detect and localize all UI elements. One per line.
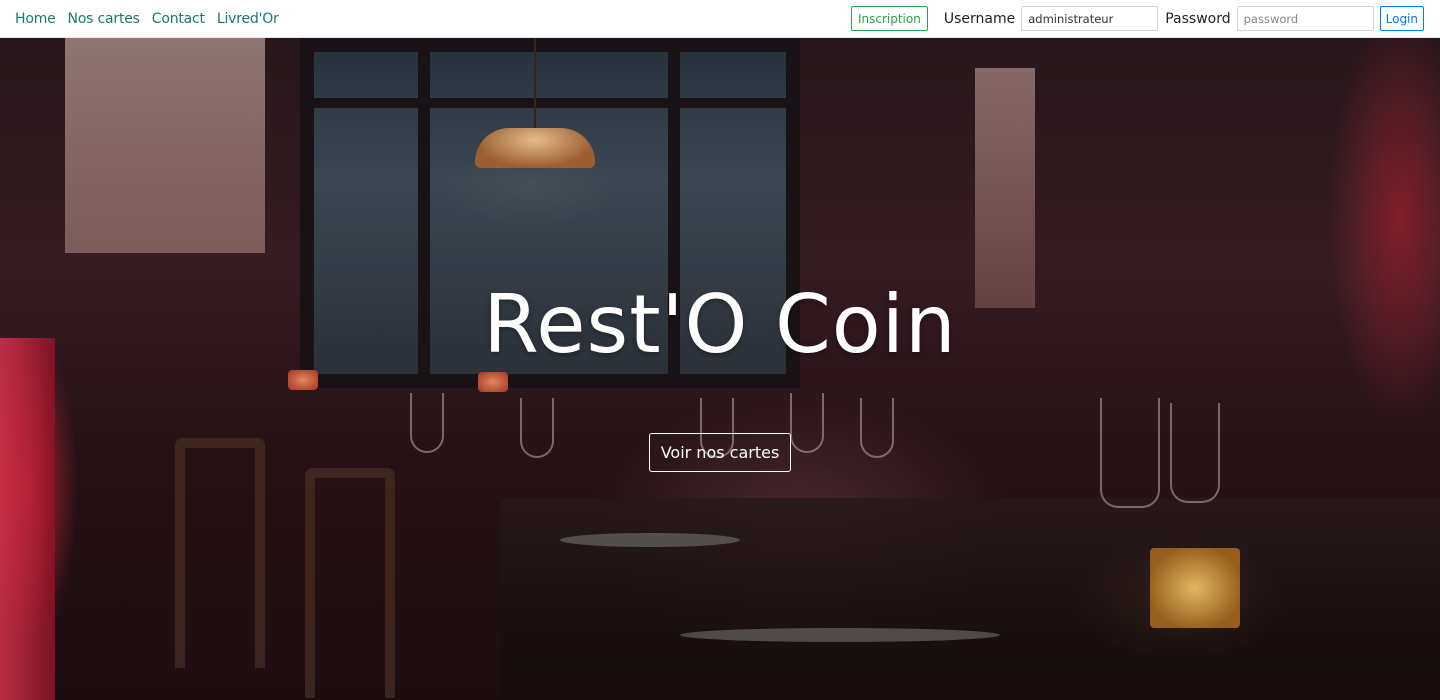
voir-nos-cartes-button[interactable]: Voir nos cartes — [649, 433, 791, 472]
password-label: Password — [1165, 10, 1231, 27]
username-input[interactable] — [1021, 6, 1159, 31]
password-input[interactable] — [1236, 6, 1374, 31]
nav-links: Home Nos cartes Contact Livred'Or — [15, 11, 279, 27]
hero-banner: Rest'O Coin Voir nos cartes — [0, 38, 1440, 700]
inscription-button[interactable]: Inscription — [850, 6, 928, 31]
nav-link-nos-cartes[interactable]: Nos cartes — [68, 11, 140, 27]
nav-link-contact[interactable]: Contact — [152, 11, 205, 27]
top-navbar: Home Nos cartes Contact Livred'Or Inscri… — [0, 0, 1440, 38]
hero-title: Rest'O Coin — [483, 278, 957, 371]
login-button[interactable]: Login — [1379, 6, 1424, 31]
username-label: Username — [943, 10, 1016, 27]
nav-link-home[interactable]: Home — [15, 11, 56, 27]
nav-link-livredor[interactable]: Livred'Or — [217, 11, 279, 27]
login-form: Inscription Username Password Login — [850, 6, 1424, 31]
